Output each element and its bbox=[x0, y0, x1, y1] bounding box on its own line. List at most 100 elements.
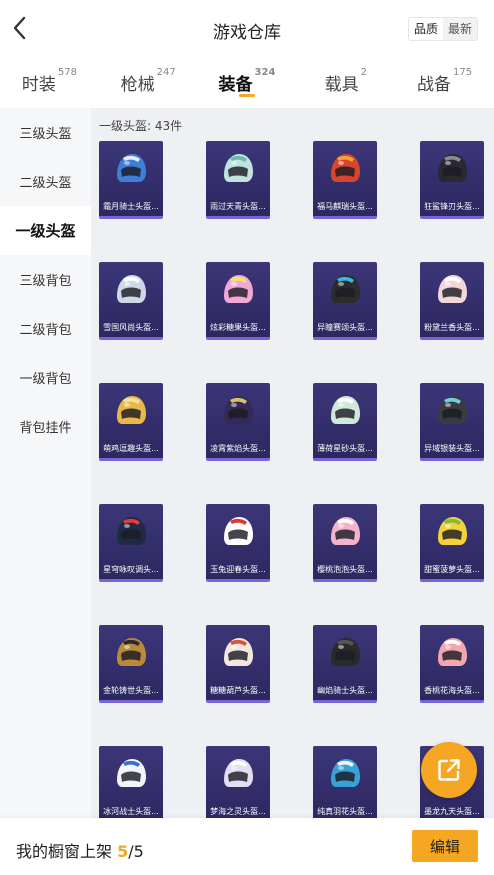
sidebar-item-level3-backpack[interactable]: 三级背包 bbox=[0, 255, 91, 304]
item-card[interactable]: 糖糖葫芦头盔... bbox=[206, 625, 270, 703]
helmet-icon bbox=[331, 275, 360, 303]
item-card[interactable]: 纯真羽花头盔... bbox=[313, 746, 377, 818]
sidebar-item-level3-helmet[interactable]: 三级头盔 bbox=[0, 108, 91, 157]
helmet-icon bbox=[331, 154, 360, 182]
helmet-icon bbox=[438, 275, 467, 303]
item-card[interactable]: 冰河战士头盔... bbox=[99, 746, 163, 818]
helmet-icon bbox=[331, 759, 360, 787]
helmet-icon bbox=[117, 275, 146, 303]
item-name: 福马麒瑞头盔... bbox=[317, 202, 373, 211]
item-card[interactable]: 梦海之灵头盔... bbox=[206, 746, 270, 818]
tab-label: 时装 bbox=[21, 75, 56, 95]
item-card[interactable]: 香桃花海头盔... bbox=[420, 625, 484, 703]
item-name: 星穹咏叹调头... bbox=[103, 565, 159, 574]
item-card[interactable]: 炫彩糖果头盔... bbox=[206, 262, 270, 340]
category-tabs: 时装578 枪械247 装备324 载具2 战备175 bbox=[0, 58, 494, 106]
item-name: 墨龙九天头盔... bbox=[424, 807, 480, 816]
item-name: 幽焰骑士头盔... bbox=[317, 686, 373, 695]
item-name: 香桃花海头盔... bbox=[424, 686, 480, 695]
helmet-icon bbox=[117, 759, 146, 787]
tab-vehicles[interactable]: 载具2 bbox=[296, 58, 395, 106]
item-card[interactable]: 薄荷星砂头盔... bbox=[313, 383, 377, 461]
showcase-current-count: 5 bbox=[117, 842, 129, 861]
tab-count: 175 bbox=[453, 67, 473, 78]
sidebar-item-level1-backpack[interactable]: 一级背包 bbox=[0, 353, 91, 402]
item-name: 异域银装头盔... bbox=[424, 444, 480, 453]
helmet-icon bbox=[331, 638, 360, 666]
sidebar-item-backpack-pendant[interactable]: 背包挂件 bbox=[0, 402, 91, 451]
item-name: 粉黛兰香头盔... bbox=[424, 323, 480, 332]
helmet-icon bbox=[438, 154, 467, 182]
helmet-icon bbox=[117, 396, 146, 424]
showcase-status: 我的橱窗上架 5/5 bbox=[16, 838, 144, 862]
item-name: 糖糖葫芦头盔... bbox=[210, 686, 266, 695]
item-card[interactable]: 金轮铸世头盔... bbox=[99, 625, 163, 703]
share-button[interactable] bbox=[421, 742, 477, 798]
helmet-icon bbox=[117, 638, 146, 666]
item-name: 玉兔迎春头盔... bbox=[210, 565, 266, 574]
tab-fashion[interactable]: 时装578 bbox=[0, 58, 99, 106]
item-card[interactable]: 异瞳赛颂头盔... bbox=[313, 262, 377, 340]
edit-button[interactable]: 编辑 bbox=[412, 830, 478, 862]
tab-supplies[interactable]: 战备175 bbox=[395, 58, 494, 106]
helmet-icon bbox=[224, 517, 253, 545]
sort-latest-button[interactable]: 最新 bbox=[442, 18, 477, 40]
helmet-icon bbox=[224, 759, 253, 787]
item-name: 纯真羽花头盔... bbox=[317, 807, 373, 816]
item-name: 雨过天青头盔... bbox=[210, 202, 266, 211]
item-name: 凌霄紫焰头盔... bbox=[210, 444, 266, 453]
tab-count: 578 bbox=[57, 67, 77, 78]
helmet-icon bbox=[224, 638, 253, 666]
tab-label: 载具 bbox=[324, 75, 359, 95]
tab-label: 枪械 bbox=[120, 75, 155, 95]
item-name: 甜蜜菠萝头盔... bbox=[424, 565, 480, 574]
item-card[interactable]: 樱桃泡泡头盔... bbox=[313, 504, 377, 582]
item-card[interactable]: 凌霄紫焰头盔... bbox=[206, 383, 270, 461]
item-name: 薄荷星砂头盔... bbox=[317, 444, 373, 453]
item-card[interactable]: 玉兔迎春头盔... bbox=[206, 504, 270, 582]
tab-count: 2 bbox=[360, 67, 367, 78]
item-name: 狂鲨锋刃头盔... bbox=[424, 202, 480, 211]
share-external-icon bbox=[438, 759, 460, 781]
item-card[interactable]: 甜蜜菠萝头盔... bbox=[420, 504, 484, 582]
helmet-icon bbox=[331, 396, 360, 424]
helmet-icon bbox=[117, 517, 146, 545]
sidebar-item-level2-helmet[interactable]: 二级头盔 bbox=[0, 157, 91, 206]
item-card[interactable]: 福马麒瑞头盔... bbox=[313, 141, 377, 219]
tab-equipment[interactable]: 装备324 bbox=[198, 58, 297, 106]
item-name: 炫彩糖果头盔... bbox=[210, 323, 266, 332]
item-name: 梦海之灵头盔... bbox=[210, 807, 266, 816]
header: 游戏仓库 品质 最新 bbox=[0, 0, 494, 58]
item-card[interactable]: 萌鸡逗趣头盔... bbox=[99, 383, 163, 461]
item-card[interactable]: 霜月骑士头盔... bbox=[99, 141, 163, 219]
helmet-icon bbox=[224, 396, 253, 424]
helmet-icon bbox=[224, 154, 253, 182]
tab-active-indicator bbox=[238, 94, 255, 97]
sidebar-item-level2-backpack[interactable]: 二级背包 bbox=[0, 304, 91, 353]
item-card[interactable]: 狂鲨锋刃头盔... bbox=[420, 141, 484, 219]
item-card[interactable]: 粉黛兰香头盔... bbox=[420, 262, 484, 340]
item-name: 异瞳赛颂头盔... bbox=[317, 323, 373, 332]
helmet-icon bbox=[117, 154, 146, 182]
showcase-bar: 我的橱窗上架 5/5 编辑 bbox=[0, 818, 494, 875]
item-card[interactable]: 星穹咏叹调头... bbox=[99, 504, 163, 582]
tab-count: 324 bbox=[254, 67, 276, 78]
item-name: 樱桃泡泡头盔... bbox=[317, 565, 373, 574]
item-card[interactable]: 雨过天青头盔... bbox=[206, 141, 270, 219]
tab-guns[interactable]: 枪械247 bbox=[99, 58, 198, 106]
item-card[interactable]: 幽焰骑士头盔... bbox=[313, 625, 377, 703]
sidebar-item-level1-helmet[interactable]: 一级头盔 bbox=[0, 206, 91, 255]
helmet-icon bbox=[224, 275, 253, 303]
sort-toggle: 品质 最新 bbox=[407, 17, 478, 41]
item-card[interactable]: 雪国风尚头盔... bbox=[99, 262, 163, 340]
helmet-icon bbox=[438, 517, 467, 545]
item-card[interactable]: 异域银装头盔... bbox=[420, 383, 484, 461]
helmet-icon bbox=[331, 517, 360, 545]
item-name: 冰河战士头盔... bbox=[103, 807, 159, 816]
sidebar: 三级头盔 二级头盔 一级头盔 三级背包 二级背包 一级背包 背包挂件 bbox=[0, 108, 91, 875]
tab-label: 装备 bbox=[218, 75, 253, 95]
sort-quality-button[interactable]: 品质 bbox=[408, 18, 443, 40]
item-grid-panel: 一级头盔: 43件 霜月骑士头盔... 雨过天青头盔... 福马麒瑞头盔... 狂鲨锋… bbox=[91, 108, 494, 818]
showcase-label: 我的橱窗上架 bbox=[16, 842, 113, 861]
item-grid: 霜月骑士头盔... 雨过天青头盔... 福马麒瑞头盔... 狂鲨锋刃头盔... 雪国风尚… bbox=[99, 141, 484, 818]
